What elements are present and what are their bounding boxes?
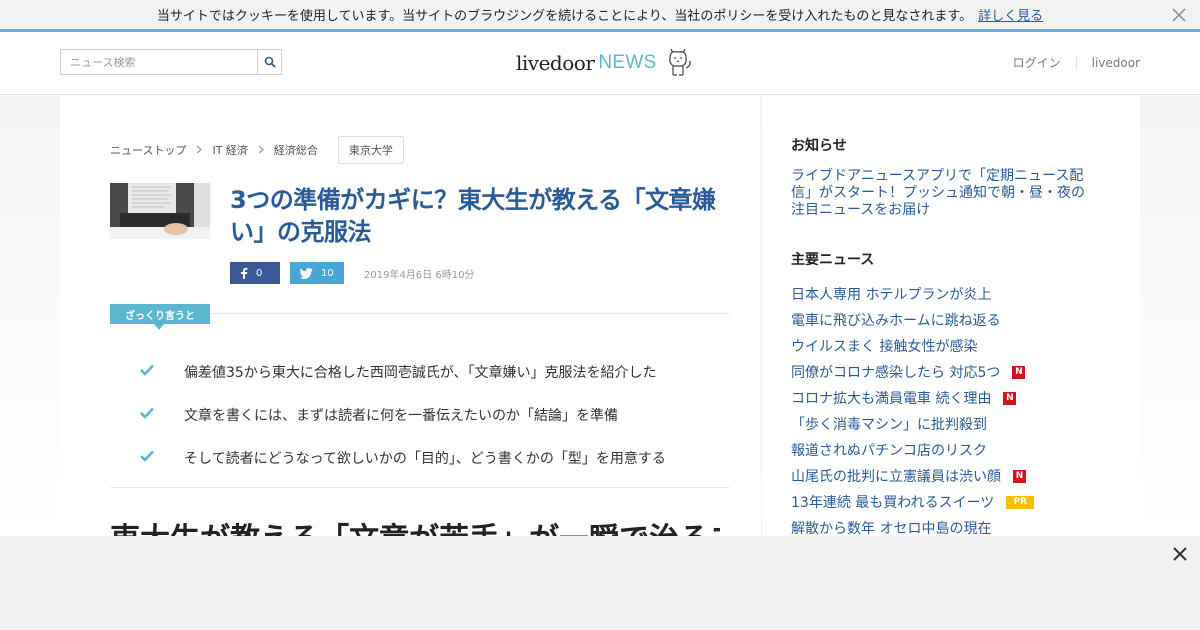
news-item[interactable]: 日本人専用 ホテルプランが炎上 bbox=[791, 281, 1034, 307]
main-news-title: 主要ニュース bbox=[791, 252, 875, 268]
topic-tag[interactable]: 東京大学 bbox=[337, 136, 404, 164]
breadcrumb-item-it-economy[interactable]: IT 経済 bbox=[212, 142, 247, 158]
new-badge: N bbox=[1013, 469, 1026, 483]
news-item-text: 報道されぬパチンコ店のリスク bbox=[791, 443, 987, 459]
cookie-text: 当サイトではクッキーを使用しています。当サイトのブラウジングを続けることにより、… bbox=[156, 9, 973, 24]
header-divider bbox=[1075, 56, 1077, 69]
news-item-text: 13年連続 最も買われるスイーツ bbox=[791, 495, 995, 511]
logo-news: NEWS bbox=[598, 52, 657, 73]
news-item-text: 「歩く消毒マシン」に批判殺到 bbox=[791, 417, 987, 433]
summary-divider bbox=[210, 313, 730, 314]
check-icon bbox=[140, 364, 184, 380]
share-bar: 0 10 2019年4月6日 6時10分 bbox=[230, 262, 474, 284]
summary-text: 偏差値35から東大に合格した西岡壱誠氏が、「文章嫌い」克服法を紹介した bbox=[184, 364, 657, 381]
summary-text: 文章を書くには、まずは読者に何を一番伝えたいのか「結論」を準備 bbox=[184, 407, 618, 424]
site-header: livedoor NEWS ログイン livedoor bbox=[0, 32, 1200, 95]
publish-date: 2019年4月6日 6時10分 bbox=[364, 269, 475, 281]
news-item[interactable]: 電車に飛び込みホームに跳ね返る bbox=[791, 307, 1034, 333]
news-item-text: ウイルスまく 接触女性が感染 bbox=[791, 339, 978, 355]
summary-item: そして読者にどうなって欲しいかの「目的」、どう書くかの「型」を用意する bbox=[140, 436, 740, 479]
new-badge: N bbox=[1003, 391, 1017, 405]
twitter-icon bbox=[300, 267, 313, 279]
main-column: ニューストップ IT 経済 経済総合 東京大学 3つの準備がカギに？東大生が教え… bbox=[60, 96, 760, 557]
news-item-text: 解散から数年 オセロ中島の現在 bbox=[791, 521, 992, 537]
bottom-ad-banner[interactable] bbox=[0, 536, 1200, 630]
summary-label: ざっくり言うと bbox=[110, 304, 210, 330]
summary-bottom-divider bbox=[110, 487, 730, 488]
cookie-bar: 当サイトではクッキーを使用しています。当サイトのブラウジングを続けることにより、… bbox=[0, 0, 1200, 32]
news-item-text: コロナ拡大も満員電車 続く理由 bbox=[791, 391, 992, 407]
close-icon[interactable] bbox=[1170, 544, 1190, 564]
cookie-details-link[interactable]: 詳しく見る bbox=[978, 5, 1043, 24]
notice-title: お知らせ bbox=[791, 138, 847, 154]
new-badge: N bbox=[1012, 365, 1026, 379]
chevron-right-icon bbox=[196, 144, 203, 157]
dog-mascot-icon bbox=[665, 44, 693, 82]
check-icon bbox=[140, 450, 184, 466]
news-item[interactable]: 同僚がコロナ感染したら 対応5つ N bbox=[791, 359, 1034, 385]
news-item[interactable]: 山尾氏の批判に立憲議員は渋い顔 N bbox=[791, 463, 1034, 489]
summary-list: 偏差値35から東大に合格した西岡壱誠氏が、「文章嫌い」克服法を紹介した 文章を書… bbox=[140, 350, 740, 479]
summary-text: そして読者にどうなって欲しいかの「目的」、どう書くかの「型」を用意する bbox=[184, 450, 666, 467]
main-news-list: 日本人専用 ホテルプランが炎上 電車に飛び込みホームに跳ね返る ウイルスまく 接… bbox=[791, 281, 1035, 541]
search-input[interactable] bbox=[61, 50, 257, 74]
notice-link[interactable]: ライブドアニュースアプリで「定期ニュース配信」がスタート！プッシュ通知で朝・昼・… bbox=[791, 168, 1091, 219]
news-item-text: 日本人専用 ホテルプランが炎上 bbox=[791, 287, 992, 303]
header-links: ログイン livedoor bbox=[1013, 54, 1140, 71]
summary-item: 文章を書くには、まずは読者に何を一番伝えたいのか「結論」を準備 bbox=[140, 393, 740, 436]
search-box bbox=[60, 49, 282, 75]
summary-item: 偏差値35から東大に合格した西岡壱誠氏が、「文章嫌い」克服法を紹介した bbox=[140, 350, 740, 393]
news-item[interactable]: コロナ拡大も満員電車 続く理由 N bbox=[791, 385, 1034, 411]
facebook-icon bbox=[241, 267, 248, 279]
logo-livedoor: livedoor bbox=[516, 51, 595, 75]
news-item-text: 山尾氏の批判に立憲議員は渋い顔 bbox=[791, 469, 1001, 485]
search-button[interactable] bbox=[257, 50, 281, 74]
search-icon bbox=[264, 56, 276, 68]
news-item[interactable]: 13年連続 最も買われるスイーツ PR bbox=[791, 489, 1035, 515]
chevron-right-icon bbox=[258, 144, 264, 157]
twitter-count: 10 bbox=[321, 267, 334, 279]
news-item-text: 同僚がコロナ感染したら 対応5つ bbox=[791, 365, 1001, 381]
news-item-text: 電車に飛び込みホームに跳ね返る bbox=[791, 313, 1001, 329]
breadcrumb-item-top[interactable]: ニューストップ bbox=[110, 142, 186, 158]
site-logo[interactable]: livedoor NEWS bbox=[516, 44, 693, 82]
check-icon bbox=[140, 407, 184, 423]
sidebar: お知らせ ライブドアニュースアプリで「定期ニュース配信」がスタート！プッシュ通知… bbox=[761, 96, 1140, 537]
article-title[interactable]: 3つの準備がカギに？東大生が教える「文章嫌い」の克服法 bbox=[230, 184, 730, 248]
breadcrumb: ニューストップ IT 経済 経済総合 東京大学 bbox=[110, 136, 404, 164]
twitter-share-button[interactable]: 10 bbox=[290, 262, 344, 284]
facebook-share-button[interactable]: 0 bbox=[230, 262, 280, 284]
news-item[interactable]: 「歩く消毒マシン」に批判殺到 bbox=[791, 411, 1034, 437]
breadcrumb-item-economy[interactable]: 経済総合 bbox=[274, 142, 318, 158]
pr-badge: PR bbox=[1006, 495, 1035, 509]
news-item[interactable]: ウイルスまく 接触女性が感染 bbox=[791, 333, 1034, 359]
livedoor-link[interactable]: livedoor bbox=[1092, 56, 1140, 70]
article-thumbnail[interactable] bbox=[110, 183, 210, 239]
cookie-close-icon[interactable] bbox=[1170, 6, 1188, 24]
news-item[interactable]: 報道されぬパチンコ店のリスク bbox=[791, 437, 1034, 463]
login-link[interactable]: ログイン bbox=[1013, 54, 1061, 71]
facebook-count: 0 bbox=[256, 267, 263, 279]
